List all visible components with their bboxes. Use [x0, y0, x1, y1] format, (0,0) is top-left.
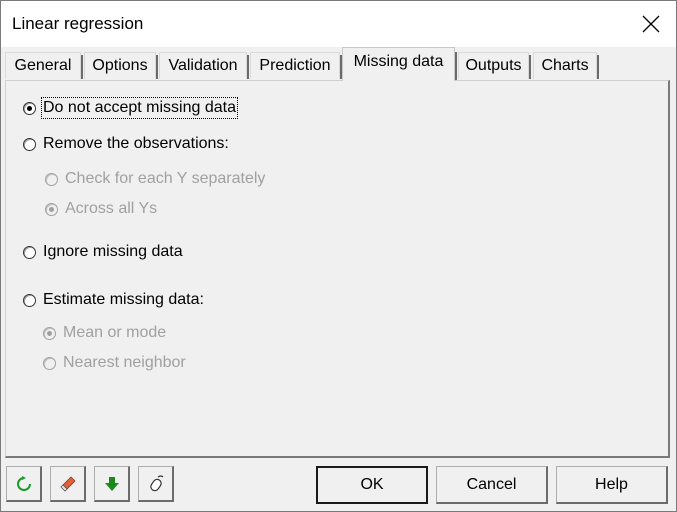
radio-check-each-y: Check for each Y separately [45, 170, 265, 188]
radio-button [43, 326, 56, 340]
tab-label: Outputs [465, 57, 522, 74]
help-label: Help [595, 475, 628, 493]
reset-icon [16, 475, 31, 491]
radio-label: Across all Ys [65, 200, 158, 217]
tab-charts[interactable]: Charts [533, 52, 599, 79]
tab-label: Options [92, 57, 148, 74]
radio-do-not-accept[interactable]: Do not accept missing data [23, 97, 238, 119]
reset-button[interactable] [6, 466, 42, 502]
help-button[interactable]: Help [556, 466, 668, 504]
radio-button[interactable] [23, 245, 36, 259]
ok-button[interactable]: OK [316, 466, 428, 504]
title-bar: Linear regression [1, 1, 676, 47]
radio-estimate-missing[interactable]: Estimate missing data: [23, 291, 204, 309]
radio-label: Mean or mode [63, 324, 167, 341]
close-button[interactable] [634, 7, 668, 41]
bottom-bar: OK Cancel Help [1, 456, 676, 511]
dialog-window: Linear regression General Options Valida… [0, 0, 677, 512]
down-arrow-icon [104, 476, 119, 491]
radio-ignore-missing[interactable]: Ignore missing data [23, 243, 183, 261]
missing-data-panel: Do not accept missing data Remove the ob… [5, 80, 670, 458]
ok-label: OK [360, 476, 384, 493]
radio-button [45, 172, 58, 186]
radio-remove-observations[interactable]: Remove the observations: [23, 135, 229, 153]
radio-label: Estimate missing data: [43, 291, 204, 308]
mouse-icon [149, 474, 163, 491]
radio-label: Do not accept missing data [41, 97, 238, 119]
radio-nearest-neighbor: Nearest neighbor [43, 354, 186, 372]
radio-button[interactable] [23, 137, 36, 151]
radio-button [43, 356, 56, 370]
radio-across-all-ys: Across all Ys [45, 200, 157, 218]
radio-mean-or-mode: Mean or mode [43, 324, 166, 342]
tab-general[interactable]: General [5, 52, 83, 79]
tab-label: Prediction [259, 57, 331, 74]
cancel-button[interactable]: Cancel [436, 466, 548, 504]
radio-label: Ignore missing data [43, 243, 183, 260]
tab-label: Missing data [353, 53, 444, 70]
tab-options[interactable]: Options [84, 52, 158, 79]
window-title: Linear regression [12, 14, 144, 33]
tab-outputs[interactable]: Outputs [458, 52, 531, 79]
tab-bar: General Options Validation Prediction Mi… [1, 47, 676, 81]
radio-label: Nearest neighbor [63, 354, 186, 371]
tab-label: General [14, 57, 72, 74]
eraser-button[interactable] [50, 466, 86, 502]
radio-label: Remove the observations: [43, 135, 229, 152]
tab-label: Charts [541, 57, 589, 74]
tab-missing-data[interactable]: Missing data [342, 47, 457, 81]
radio-label: Check for each Y separately [65, 170, 266, 187]
close-icon [642, 15, 660, 33]
tab-prediction[interactable]: Prediction [250, 52, 342, 79]
tab-label: Validation [168, 57, 238, 74]
down-button[interactable] [94, 466, 130, 502]
radio-button[interactable] [23, 293, 36, 307]
eraser-icon [59, 475, 76, 492]
radio-button[interactable] [23, 101, 36, 115]
tab-validation[interactable]: Validation [159, 52, 249, 79]
radio-button [45, 202, 58, 216]
mouse-button[interactable] [138, 466, 174, 502]
cancel-label: Cancel [466, 475, 517, 493]
